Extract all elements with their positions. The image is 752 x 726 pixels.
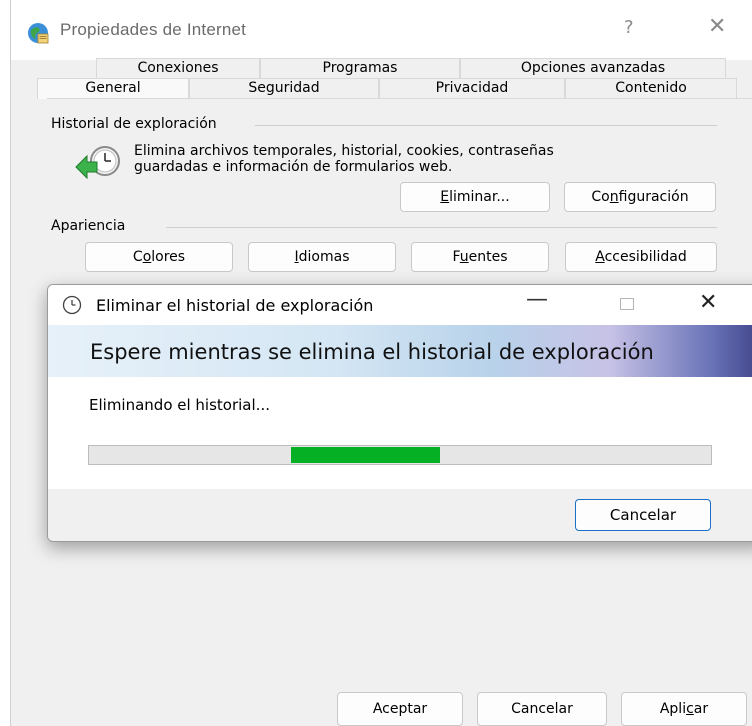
close-button[interactable]: ✕: [708, 14, 726, 39]
tab-contenido[interactable]: Contenido: [565, 78, 737, 98]
appearance-group-line: [166, 227, 717, 228]
apply-label-after: ar: [693, 701, 709, 717]
history-group-line: [255, 125, 717, 126]
banner-text: Espere mientras se elimina el historial …: [90, 340, 654, 364]
delete-mnemonic: E: [440, 189, 450, 205]
colors-label-before: C: [132, 249, 143, 265]
delete-history-button[interactable]: Eliminar...: [400, 182, 550, 212]
languages-button[interactable]: Idiomas: [248, 242, 396, 272]
tab-opciones-avanzadas[interactable]: Opciones avanzadas: [460, 58, 726, 78]
history-description-line2: guardadas e información de formularios w…: [134, 159, 453, 175]
dialog-title-bar: Eliminar el historial de exploración — ✕: [48, 285, 752, 325]
accessibility-button[interactable]: Accesibilidad: [565, 242, 717, 272]
appearance-group-label: Apariencia: [51, 218, 126, 234]
progress-bar: [88, 445, 712, 465]
accessibility-label-after: ccesibilidad: [604, 249, 687, 265]
tab-general[interactable]: General: [37, 78, 189, 99]
main-title-bar: Propiedades de Internet ? ✕: [11, 0, 752, 60]
history-settings-button[interactable]: Configuración: [564, 182, 716, 212]
colors-mnemonic: o: [142, 249, 152, 265]
languages-label-after: diomas: [298, 249, 350, 265]
dialog-body: [48, 377, 752, 489]
help-button[interactable]: ?: [624, 17, 634, 38]
dialog-title: Eliminar el historial de exploración: [96, 296, 374, 315]
dialog-cancel-button[interactable]: Cancelar: [575, 499, 711, 531]
tab-conexiones[interactable]: Conexiones: [96, 58, 260, 78]
minimize-button[interactable]: —: [526, 287, 548, 312]
delete-label: liminar...: [449, 189, 510, 205]
settings-label-after: figuración: [618, 189, 689, 205]
colors-label-after: lores: [151, 249, 186, 265]
fonts-label-before: F: [452, 249, 460, 265]
dialog-close-button[interactable]: ✕: [699, 290, 717, 315]
tab-divider: [47, 98, 752, 99]
status-text: Eliminando el historial...: [89, 396, 270, 414]
apply-button[interactable]: Aplicar: [621, 692, 747, 726]
apply-mnemonic: c: [686, 701, 694, 717]
settings-mnemonic: n: [609, 189, 619, 205]
tab-seguridad[interactable]: Seguridad: [189, 78, 379, 98]
tab-programas[interactable]: Programas: [260, 58, 460, 78]
history-clock-icon: [75, 146, 120, 180]
fonts-label-after: entes: [468, 249, 508, 265]
colors-button[interactable]: Colores: [85, 242, 233, 272]
main-window-title: Propiedades de Internet: [60, 20, 247, 39]
maximize-button[interactable]: [620, 298, 634, 310]
clock-icon: [62, 295, 82, 315]
history-description-line1: Elimina archivos temporales, historial, …: [134, 143, 554, 159]
cancel-button[interactable]: Cancelar: [477, 692, 607, 726]
fonts-mnemonic: u: [459, 249, 469, 265]
tab-privacidad[interactable]: Privacidad: [379, 78, 565, 98]
history-group-label: Historial de exploración: [51, 116, 217, 132]
progress-fill: [291, 447, 440, 463]
ok-button[interactable]: Aceptar: [337, 692, 463, 726]
fonts-button[interactable]: Fuentes: [411, 242, 549, 272]
settings-label-before: Co: [591, 189, 610, 205]
globe-icon: [28, 23, 49, 44]
apply-label-before: Apli: [659, 701, 687, 717]
delete-history-dialog: Eliminar el historial de exploración — ✕…: [47, 284, 752, 542]
accessibility-mnemonic: A: [595, 249, 605, 265]
